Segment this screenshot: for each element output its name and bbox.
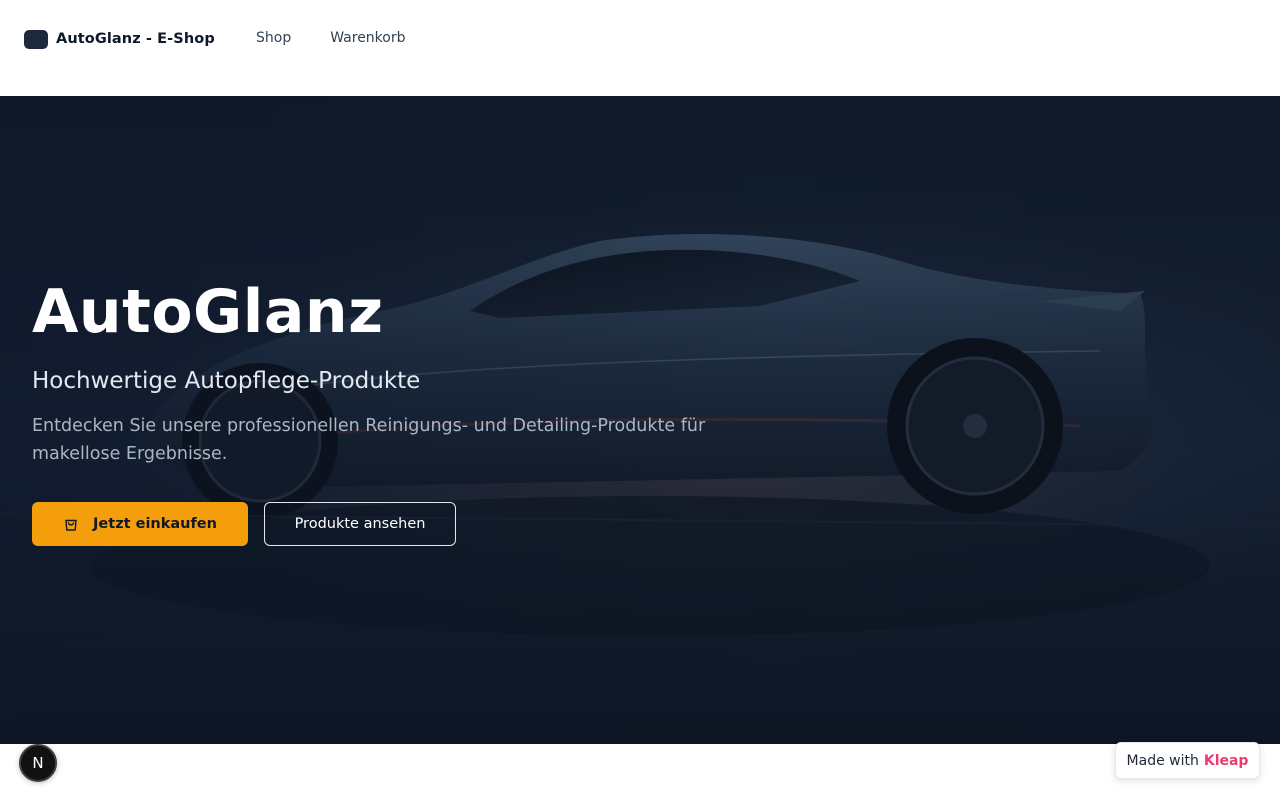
shop-now-label: Jetzt einkaufen: [93, 515, 217, 532]
main-nav: Shop Warenkorb: [256, 30, 406, 46]
hero-subtitle: Hochwertige Autopflege-Produkte: [32, 368, 421, 394]
shop-now-button[interactable]: Jetzt einkaufen: [32, 501, 248, 546]
brand[interactable]: AutoGlanz - E-Shop: [24, 29, 215, 49]
kleap-brand-label: Kleap: [1203, 752, 1249, 769]
brand-name: AutoGlanz - E-Shop: [56, 31, 215, 47]
hero-buttons: Jetzt einkaufen Produkte ansehen: [32, 501, 732, 546]
nav-link-shop[interactable]: Shop: [256, 30, 291, 46]
hero-content: AutoGlanz Hochwertige Autopflege-Produkt…: [32, 282, 732, 546]
made-with-label: Made with: [1126, 752, 1199, 769]
site-header: AutoGlanz - E-Shop Shop Warenkorb: [0, 0, 1280, 96]
hero-description: Entdecken Sie unsere professionellen Rei…: [32, 415, 706, 464]
brand-logo-icon: [24, 29, 48, 49]
nav-link-warenkorb[interactable]: Warenkorb: [330, 30, 405, 46]
hero-section: AutoGlanz Hochwertige Autopflege-Produkt…: [0, 96, 1280, 744]
view-products-button[interactable]: Produkte ansehen: [264, 501, 456, 546]
hero-title: AutoGlanz: [32, 277, 384, 347]
n-badge[interactable]: N: [19, 744, 57, 782]
made-with-kleap-badge[interactable]: Made with Kleap: [1115, 742, 1260, 779]
shopping-bag-icon: [65, 519, 77, 531]
